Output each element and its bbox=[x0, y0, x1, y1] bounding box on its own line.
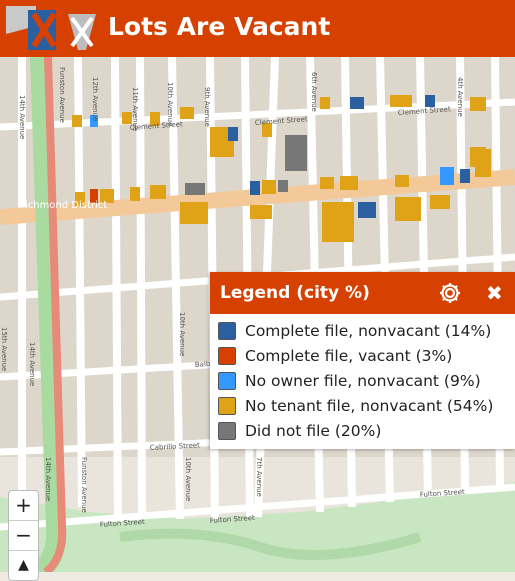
svg-text:9th Avenue: 9th Avenue bbox=[203, 87, 211, 127]
legend-label: No tenant file, nonvacant (54%) bbox=[245, 396, 494, 415]
district-label: Richmond District bbox=[18, 200, 107, 211]
svg-text:10th Avenue: 10th Avenue bbox=[166, 82, 174, 126]
legend-swatch bbox=[218, 321, 236, 340]
legend-list: Complete file, nonvacant (14%) Complete … bbox=[210, 314, 515, 443]
legend-item: No tenant file, nonvacant (54%) bbox=[218, 393, 515, 418]
svg-text:14th Avenue: 14th Avenue bbox=[18, 95, 26, 139]
svg-text:14th Avenue: 14th Avenue bbox=[28, 342, 36, 386]
svg-text:12th Avenue: 12th Avenue bbox=[91, 77, 99, 121]
svg-text:7th Avenue: 7th Avenue bbox=[255, 457, 263, 497]
page-title: Lots Are Vacant bbox=[108, 12, 331, 41]
legend-label: No owner file, nonvacant (9%) bbox=[245, 371, 481, 390]
svg-text:10th Avenue: 10th Avenue bbox=[184, 457, 192, 501]
svg-text:Funston Avenue: Funston Avenue bbox=[80, 457, 88, 513]
legend-panel: Legend (city %) ✖ Complete file, nonvaca… bbox=[210, 272, 515, 449]
legend-label: Complete file, nonvacant (14%) bbox=[245, 321, 492, 340]
zoom-in-button[interactable]: + bbox=[9, 491, 38, 521]
svg-text:Funston Avenue: Funston Avenue bbox=[58, 67, 66, 123]
svg-text:11th Avenue: 11th Avenue bbox=[131, 87, 139, 131]
svg-text:10th Avenue: 10th Avenue bbox=[178, 312, 186, 356]
legend-header: Legend (city %) ✖ bbox=[210, 272, 515, 314]
close-icon[interactable]: ✖ bbox=[486, 272, 503, 314]
north-arrow-button[interactable]: ▲ bbox=[9, 551, 38, 580]
legend-swatch bbox=[218, 371, 236, 390]
legend-title: Legend (city %) bbox=[220, 283, 370, 303]
svg-text:6th Avenue: 6th Avenue bbox=[310, 72, 318, 112]
legend-swatch bbox=[218, 346, 236, 365]
legend-item: No owner file, nonvacant (9%) bbox=[218, 368, 515, 393]
lots-are-vacant-logo bbox=[6, 6, 96, 50]
legend-item: Complete file, vacant (3%) bbox=[218, 343, 515, 368]
svg-text:14th Avenue: 14th Avenue bbox=[44, 457, 52, 501]
svg-text:15th Avenue: 15th Avenue bbox=[0, 327, 8, 371]
app-header: Lots Are Vacant bbox=[0, 0, 515, 57]
zoom-controls: + − ▲ bbox=[8, 490, 39, 581]
svg-text:4th Avenue: 4th Avenue bbox=[456, 77, 464, 117]
legend-item: Complete file, nonvacant (14%) bbox=[218, 318, 515, 343]
legend-swatch bbox=[218, 396, 236, 415]
legend-swatch bbox=[218, 421, 236, 440]
legend-label: Complete file, vacant (3%) bbox=[245, 346, 453, 365]
legend-item: Did not file (20%) bbox=[218, 418, 515, 443]
zoom-out-button[interactable]: − bbox=[9, 521, 38, 551]
gear-icon[interactable] bbox=[438, 281, 462, 305]
legend-label: Did not file (20%) bbox=[245, 421, 382, 440]
